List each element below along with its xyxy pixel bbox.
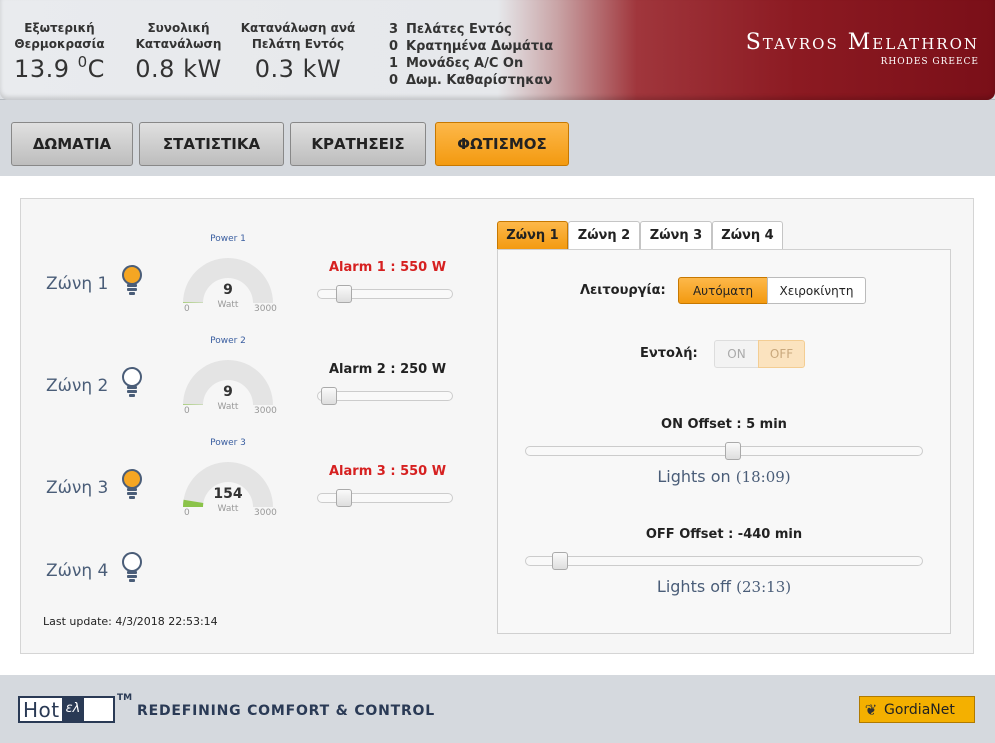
metric-total-consumption: Συνολική Κατανάλωση 0.8 kW <box>131 20 226 83</box>
lights-off-text: Lights off (23:13) <box>656 577 792 596</box>
off-offset-slider[interactable] <box>525 552 923 570</box>
slider-handle[interactable] <box>321 387 337 405</box>
zone-2-alarm-slider[interactable] <box>317 387 453 405</box>
gauge-title: Power 3 <box>210 438 246 448</box>
command-off-button[interactable]: OFF <box>758 340 805 368</box>
bulb-on-icon <box>120 264 144 298</box>
tab-reservations[interactable]: ΚΡΑΤΗΣΕΙΣ <box>290 122 426 166</box>
zone-1-label: Ζώνη 1 <box>46 274 109 294</box>
stat-row: 0 Κρατημένα Δωμάτια <box>389 39 554 54</box>
metric-outdoor-temp: Εξωτερική Θερμοκρασία 13.9 0C <box>12 20 107 83</box>
tab-zone-4[interactable]: Ζώνη 4 <box>712 221 783 249</box>
header-bar: Εξωτερική Θερμοκρασία 13.9 0C Συνολική Κ… <box>0 0 995 100</box>
zone-2-label: Ζώνη 2 <box>46 376 109 396</box>
stat-row: 3 Πελάτες Εντός <box>389 22 512 37</box>
zone-3-power-gauge: Power 3 154 Watt 0 3000 <box>178 438 278 528</box>
brand-name: Stavros Melathron <box>745 30 979 55</box>
tab-zone-3[interactable]: Ζώνη 3 <box>640 221 712 249</box>
metric-value: 0.3 kW <box>254 55 342 83</box>
gauge-value: 9 <box>223 282 233 298</box>
mode-auto-button[interactable]: Αυτόματη <box>678 277 768 304</box>
mode-label: Λειτουργία: <box>580 283 666 298</box>
gauge-title: Power 2 <box>210 336 246 346</box>
slider-handle[interactable] <box>725 442 741 460</box>
gauge-value: 9 <box>223 384 233 400</box>
lights-on-text: Lights on (18:09) <box>657 467 791 486</box>
knot-icon: ❦ <box>864 700 878 719</box>
mode-manual-button[interactable]: Χειροκίνητη <box>767 277 866 304</box>
tab-rooms[interactable]: ΔΩΜΑΤΙΑ <box>11 122 133 166</box>
gauge-max: 3000 <box>254 304 277 314</box>
gauge-max: 3000 <box>254 406 277 416</box>
gauge-title: Power 1 <box>210 234 246 244</box>
tab-zone-1[interactable]: Ζώνη 1 <box>497 221 568 249</box>
bulb-off-icon <box>120 551 144 585</box>
zone-1-power-gauge: Power 1 9 Watt 0 3000 <box>178 234 278 324</box>
zone-3-alarm-slider[interactable] <box>317 489 453 507</box>
zone-2-alarm-label: Alarm 2 : 250 W <box>329 362 447 377</box>
metric-label: Πελάτη Εντός <box>251 37 345 51</box>
gordianet-logo: ❦ GordiaNet <box>859 696 975 723</box>
main-tab-bar: ΔΩΜΑΤΙΑ ΣΤΑΤΙΣΤΙΚΑ ΚΡΑΤΗΣΕΙΣ ΦΩΤΙΣΜΟΣ <box>0 108 995 176</box>
zone-1-alarm-slider[interactable] <box>317 285 453 303</box>
hotel-logo: Hot ελ <box>18 696 115 723</box>
metric-label: Θερμοκρασία <box>14 37 105 51</box>
off-offset-label: OFF Offset : -440 min <box>645 527 803 542</box>
bulb-on-icon <box>120 468 144 502</box>
main-content: Ζώνη 1 Power 1 9 Watt 0 3000 Alarm 1 : 5… <box>0 176 995 675</box>
tab-statistics[interactable]: ΣΤΑΤΙΣΤΙΚΑ <box>139 122 284 166</box>
stat-row: 0 Δωμ. Καθαρίστηκαν <box>389 73 553 88</box>
metric-label: Κατανάλωση ανά <box>240 21 356 35</box>
tab-zone-2[interactable]: Ζώνη 2 <box>568 221 640 249</box>
gauge-min: 0 <box>184 304 190 314</box>
lighting-panel: Ζώνη 1 Power 1 9 Watt 0 3000 Alarm 1 : 5… <box>20 198 974 654</box>
stat-row: 1 Μονάδες A/C On <box>389 56 524 71</box>
on-offset-slider[interactable] <box>525 442 923 460</box>
gauge-min: 0 <box>184 406 190 416</box>
zone-2-power-gauge: Power 2 9 Watt 0 3000 <box>178 336 278 426</box>
last-update-text: Last update: 4/3/2018 22:53:14 <box>43 615 218 628</box>
tab-lighting[interactable]: ΦΩΤΙΣΜΟΣ <box>435 122 569 166</box>
command-on-button[interactable]: ON <box>714 340 759 368</box>
footer-slogan: REDEFINING COMFORT & CONTROL <box>137 703 435 719</box>
header-panel: Εξωτερική Θερμοκρασία 13.9 0C Συνολική Κ… <box>0 0 995 100</box>
on-offset-label: ON Offset : 5 min <box>661 417 787 432</box>
metric-label: Συνολική <box>147 21 210 35</box>
footer-bar: Hot ελ TM REDEFINING COMFORT & CONTROL ❦ … <box>0 675 995 743</box>
slider-handle[interactable] <box>336 285 352 303</box>
occupancy-stats: 3 Πελάτες Εντός 0 Κρατημένα Δωμάτια 1 Μονάδ… <box>389 21 553 89</box>
zone-control-panel: Λειτουργία: Αυτόματη Χειροκίνητη Εντολή:… <box>497 249 951 634</box>
zone-3-label: Ζώνη 3 <box>46 478 109 498</box>
metric-label: Εξωτερική <box>24 21 95 35</box>
hotel-brand-logo: Stavros Melathron RHODES GREECE <box>746 30 979 67</box>
metric-value: 13.9 0C <box>14 53 105 83</box>
bulb-off-icon <box>120 366 144 400</box>
slider-handle[interactable] <box>552 552 568 570</box>
brand-subtitle: RHODES GREECE <box>880 57 979 67</box>
zone-1-alarm-label: Alarm 1 : 550 W <box>329 260 447 275</box>
metric-consumption-per-guest: Κατανάλωση ανά Πελάτη Εντός 0.3 kW <box>238 20 358 83</box>
zone-4-label: Ζώνη 4 <box>46 561 109 581</box>
gauge-min: 0 <box>184 508 190 518</box>
slider-handle[interactable] <box>336 489 352 507</box>
metric-label: Κατανάλωση <box>135 37 222 51</box>
command-label: Εντολή: <box>640 346 698 361</box>
metric-value: 0.8 kW <box>135 55 222 83</box>
gauge-value: 154 <box>213 486 243 502</box>
zone-3-alarm-label: Alarm 3 : 550 W <box>329 464 447 479</box>
trademark-mark: TM <box>117 693 133 703</box>
gauge-max: 3000 <box>254 508 277 518</box>
